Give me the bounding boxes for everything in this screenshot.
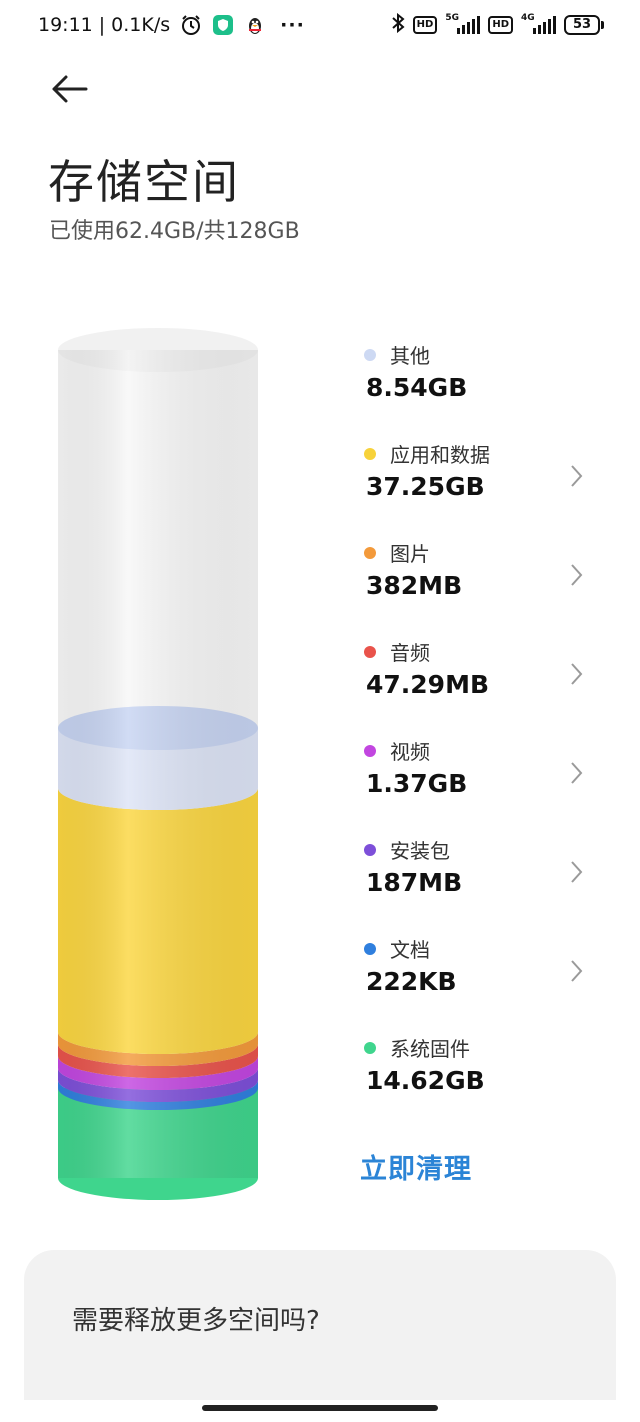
item-value: 222KB — [366, 967, 457, 996]
battery-level: 53 — [564, 15, 600, 35]
security-shield-icon — [212, 14, 234, 36]
color-dot — [364, 646, 376, 658]
color-dot — [364, 844, 376, 856]
item-label: 安装包 — [390, 839, 450, 863]
hd-badge-sim1: HD — [412, 16, 438, 34]
storage-category-list: 其他 8.54GB 应用和数据 37.25GB 图片 382MB 音频 47.2… — [364, 340, 604, 1132]
color-dot — [364, 745, 376, 757]
color-dot — [364, 547, 376, 559]
cylinder-shading — [58, 350, 258, 1178]
item-value: 47.29MB — [366, 670, 490, 699]
item-label: 文档 — [390, 938, 430, 962]
item-label: 图片 — [390, 542, 430, 566]
item-value: 1.37GB — [366, 769, 468, 798]
free-up-space-title: 需要释放更多空间吗? — [72, 1306, 320, 1336]
storage-item-video[interactable]: 视频 1.37GB — [364, 736, 604, 835]
storage-item-packages[interactable]: 安装包 187MB — [364, 835, 604, 934]
item-value: 14.62GB — [366, 1066, 485, 1095]
status-right: HD 5G HD 4G 53 — [391, 12, 604, 38]
storage-cylinder — [58, 328, 258, 1208]
storage-item-images[interactable]: 图片 382MB — [364, 538, 604, 637]
item-label: 音频 — [390, 641, 430, 665]
storage-item-audio[interactable]: 音频 47.29MB — [364, 637, 604, 736]
color-dot — [364, 1042, 376, 1054]
status-net-speed: 0.1K/s — [111, 14, 171, 36]
more-notifications-icon: ··· — [280, 14, 305, 36]
item-label: 应用和数据 — [390, 443, 490, 467]
back-arrow-icon[interactable] — [50, 72, 90, 106]
storage-item-system-firmware: 系统固件 14.62GB — [364, 1033, 604, 1132]
status-time: 19:11 — [38, 14, 93, 36]
free-up-space-card[interactable]: 需要释放更多空间吗? — [24, 1250, 616, 1400]
color-dot — [364, 448, 376, 460]
status-bar: 19:11 | 0.1K/s ··· HD 5G HD 4G 53 — [0, 0, 640, 52]
item-value: 8.54GB — [366, 373, 468, 402]
chevron-right-icon — [571, 465, 583, 487]
color-dot — [364, 943, 376, 955]
battery-icon: 53 — [564, 15, 604, 35]
alarm-icon — [180, 14, 202, 36]
storage-item-other: 其他 8.54GB — [364, 340, 604, 439]
chevron-right-icon — [571, 663, 583, 685]
item-value: 187MB — [366, 868, 463, 897]
storage-item-apps-data[interactable]: 应用和数据 37.25GB — [364, 439, 604, 538]
color-dot — [364, 349, 376, 361]
signal-sim1-icon: 5G — [445, 13, 481, 34]
chevron-right-icon — [571, 960, 583, 982]
item-label: 系统固件 — [390, 1037, 470, 1061]
bluetooth-icon — [391, 12, 405, 37]
status-left: 19:11 | 0.1K/s ··· — [38, 12, 305, 38]
item-value: 382MB — [366, 571, 463, 600]
status-divider: | — [98, 14, 106, 36]
chevron-right-icon — [571, 762, 583, 784]
item-value: 37.25GB — [366, 472, 485, 501]
signal-sim2-icon: 4G — [521, 13, 556, 34]
clean-now-button[interactable]: 立即清理 — [360, 1147, 472, 1186]
page-title: 存储空间 — [48, 155, 240, 209]
storage-item-documents[interactable]: 文档 222KB — [364, 934, 604, 1033]
item-label: 其他 — [390, 344, 430, 368]
home-indicator[interactable] — [202, 1405, 438, 1411]
item-label: 视频 — [390, 740, 430, 764]
penguin-icon — [244, 14, 266, 36]
storage-cylinder-svg — [58, 328, 258, 1200]
chevron-right-icon — [571, 564, 583, 586]
storage-usage-summary: 已使用62.4GB/共128GB — [49, 219, 300, 244]
chevron-right-icon — [571, 861, 583, 883]
hd-badge-sim2: HD — [488, 16, 513, 34]
